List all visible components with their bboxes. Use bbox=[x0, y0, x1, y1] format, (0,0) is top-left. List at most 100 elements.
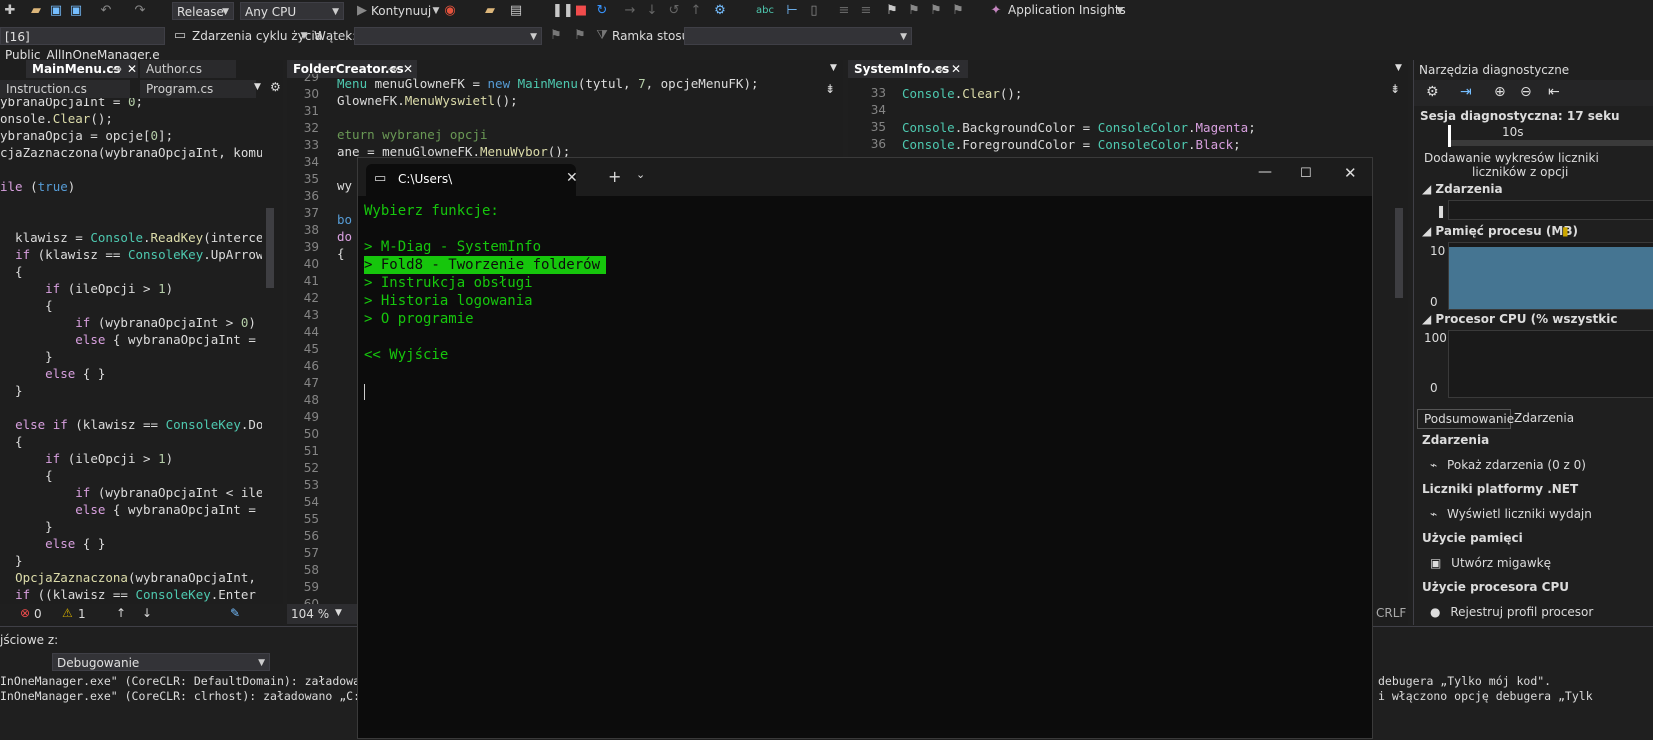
show-counters-link[interactable]: ⌁ Wyświetl liczniki wydajn bbox=[1430, 507, 1592, 521]
line-number: 57 bbox=[303, 546, 319, 560]
record-cpu-link[interactable]: ● Rejestruj profil procesor bbox=[1430, 605, 1593, 619]
spellcheck-icon[interactable]: abc bbox=[756, 3, 774, 19]
play-icon[interactable]: ▶ bbox=[354, 3, 370, 19]
undo-icon[interactable]: ↶ bbox=[98, 3, 114, 19]
stack-frame-select[interactable]: ▼ bbox=[684, 27, 912, 45]
save-all-icon[interactable]: ▣ bbox=[68, 3, 84, 19]
thread-select[interactable]: ▼ bbox=[354, 27, 542, 45]
right-vertical-scrollbar[interactable] bbox=[1395, 208, 1403, 298]
tab-mainmenu-label: MainMenu.cs bbox=[32, 62, 121, 76]
tabs-dropdown-icon[interactable]: ▼ bbox=[830, 63, 837, 73]
left-code[interactable]: ybranaOpcjaInt = 0; onsole.Clear(); ybra… bbox=[0, 98, 262, 610]
folder-icon[interactable]: ▰ bbox=[482, 3, 498, 19]
close-window-icon[interactable]: ✕ bbox=[1344, 164, 1357, 182]
comment-icon[interactable]: ≡ bbox=[836, 3, 852, 19]
step-over-icon[interactable]: → bbox=[622, 3, 638, 19]
timeline-cursor[interactable] bbox=[1448, 125, 1451, 147]
flag-icon[interactable]: ⚑ bbox=[548, 28, 564, 44]
process-select[interactable]: [16] Public_AllInOneManager.e bbox=[0, 27, 165, 62]
tab-program[interactable]: Program.cs bbox=[140, 80, 256, 98]
zoom-out-icon[interactable]: ⊖ bbox=[1520, 84, 1532, 100]
tab-summary[interactable]: Podsumowanie bbox=[1417, 409, 1514, 429]
settings-icon[interactable]: ⚙ bbox=[270, 80, 281, 94]
tab-instruction[interactable]: Instruction.cs bbox=[0, 80, 130, 98]
stop-icon[interactable]: ■ bbox=[573, 3, 589, 19]
open-folder-icon[interactable]: ▰ bbox=[28, 3, 44, 19]
close-tab-icon[interactable]: ✕ bbox=[566, 170, 578, 186]
warning-icon: ⚠ bbox=[62, 606, 73, 620]
warning-count[interactable]: 1 bbox=[78, 607, 86, 621]
terminal-menu-item[interactable]: > M-Diag - SystemInfo bbox=[364, 238, 541, 256]
terminal-tab[interactable]: ▭ C:\Users\ ✕ bbox=[366, 164, 578, 196]
bookmark-icon[interactable]: ⚑ bbox=[884, 3, 900, 19]
tab-menu-chevron-down-icon[interactable]: ⌄ bbox=[636, 168, 645, 181]
pin-icon[interactable]: ⊸ bbox=[934, 60, 944, 78]
terminal-menu-item[interactable]: > Instrukcja obsługi bbox=[364, 274, 533, 292]
tab-events[interactable]: Zdarzenia bbox=[1510, 409, 1653, 427]
settings-icon[interactable]: ⚙ bbox=[1426, 84, 1439, 100]
prev-issue-icon[interactable]: ↑ bbox=[116, 606, 126, 620]
tabs-dropdown-icon[interactable]: ▼ bbox=[254, 82, 261, 92]
next-bookmark-icon[interactable]: ⚑ bbox=[928, 3, 944, 19]
application-insights-button[interactable]: Application Insights bbox=[1008, 1, 1126, 19]
terminal-menu-item[interactable]: << Wyjście bbox=[364, 346, 448, 364]
hot-reload-icon[interactable]: ◉ bbox=[442, 3, 458, 19]
new-item-icon[interactable]: ✚ bbox=[2, 3, 18, 19]
align-icon[interactable]: ⊢ bbox=[784, 3, 800, 19]
cleanup-icon[interactable]: ✎ bbox=[230, 606, 240, 620]
split-icon[interactable]: ⇟ bbox=[1390, 82, 1400, 96]
pin-icon[interactable]: ⊸ bbox=[112, 60, 122, 78]
reset-zoom-icon[interactable]: ⇤ bbox=[1548, 84, 1560, 100]
terminal-menu-item[interactable]: > O programie bbox=[364, 310, 474, 328]
flag-thread-icon[interactable]: ⚑ bbox=[572, 28, 588, 44]
line-number: 54 bbox=[303, 495, 319, 509]
insights-dropdown-icon[interactable]: ▼ bbox=[1112, 3, 1128, 19]
terminal-menu-item-selected[interactable]: > Fold8 - Tworzenie folderów bbox=[364, 256, 607, 274]
uncomment-icon[interactable]: ≡ bbox=[858, 3, 874, 19]
zoom-in-icon[interactable]: ⊕ bbox=[1494, 84, 1506, 100]
tab-systeminfo[interactable]: SystemInfo.cs ⊸ ✕ bbox=[848, 60, 968, 78]
left-vertical-scrollbar[interactable] bbox=[266, 208, 274, 288]
zoom-select[interactable]: 104 % ▼ bbox=[287, 604, 357, 624]
terminal-menu-item[interactable]: > Historia logowania bbox=[364, 292, 533, 310]
platform-select[interactable]: Any CPU ▼ bbox=[240, 2, 344, 20]
new-tab-icon[interactable]: + bbox=[608, 167, 621, 186]
line-ending-indicator[interactable]: CRLF bbox=[1376, 606, 1406, 620]
close-icon[interactable]: ✕ bbox=[951, 60, 961, 78]
continue-button[interactable]: Kontynuuj bbox=[371, 2, 431, 20]
terminal-output[interactable]: Wybierz funkcje: > M-Diag - SystemInfo > F… bbox=[358, 202, 1372, 732]
line-number: 53 bbox=[303, 478, 319, 492]
clear-bookmarks-icon[interactable]: ⚑ bbox=[950, 3, 966, 19]
timeline-ruler[interactable] bbox=[1448, 140, 1653, 146]
take-snapshot-link[interactable]: ▣ Utwórz migawkę bbox=[1430, 556, 1551, 570]
panel-icon[interactable]: ▯ bbox=[806, 3, 822, 19]
restart-icon[interactable]: ↻ bbox=[594, 3, 610, 19]
output-source-select[interactable]: Debugowanie ▼ bbox=[52, 653, 270, 671]
filter-icon[interactable]: ⧩ bbox=[594, 28, 610, 44]
split-icon[interactable]: ⇟ bbox=[825, 82, 835, 96]
next-issue-icon[interactable]: ↓ bbox=[142, 606, 152, 620]
tabs-dropdown-icon[interactable]: ▼ bbox=[1395, 63, 1402, 73]
close-icon[interactable]: ✕ bbox=[127, 60, 137, 78]
pause-icon[interactable]: ❚❚ bbox=[552, 3, 574, 19]
step-back-icon[interactable]: ↺ bbox=[666, 3, 682, 19]
step-out-icon[interactable]: ↑ bbox=[688, 3, 704, 19]
redo-icon[interactable]: ↷ bbox=[132, 3, 148, 19]
show-events-link[interactable]: ⌁ Pokaż zdarzenia (0 z 0) bbox=[1430, 458, 1586, 472]
configuration-select[interactable]: Release ▼ bbox=[172, 2, 234, 20]
tab-author[interactable]: Author.cs bbox=[140, 60, 236, 78]
save-icon[interactable]: ▣ bbox=[48, 3, 64, 19]
tab-mainmenu[interactable]: MainMenu.cs ⊸ ✕ bbox=[26, 60, 138, 78]
terminal-cursor bbox=[364, 384, 365, 400]
error-count[interactable]: 0 bbox=[34, 607, 42, 621]
step-into-icon[interactable]: ↓ bbox=[644, 3, 660, 19]
minimize-icon[interactable]: — bbox=[1258, 164, 1272, 180]
select-tools-icon[interactable]: ⇥ bbox=[1460, 84, 1472, 100]
maximize-icon[interactable]: ☐ bbox=[1300, 166, 1312, 181]
diag-title: Narzędzia diagnostyczne bbox=[1419, 63, 1570, 77]
breakpoint-settings-icon[interactable]: ⚙ bbox=[712, 3, 728, 19]
lifecycle-dropdown-icon[interactable]: ▼ bbox=[296, 28, 312, 44]
layout-icon[interactable]: ▤ bbox=[508, 3, 524, 19]
prev-bookmark-icon[interactable]: ⚑ bbox=[906, 3, 922, 19]
right-code[interactable]: Console.Clear(); Console.BackgroundColor… bbox=[902, 85, 1392, 165]
